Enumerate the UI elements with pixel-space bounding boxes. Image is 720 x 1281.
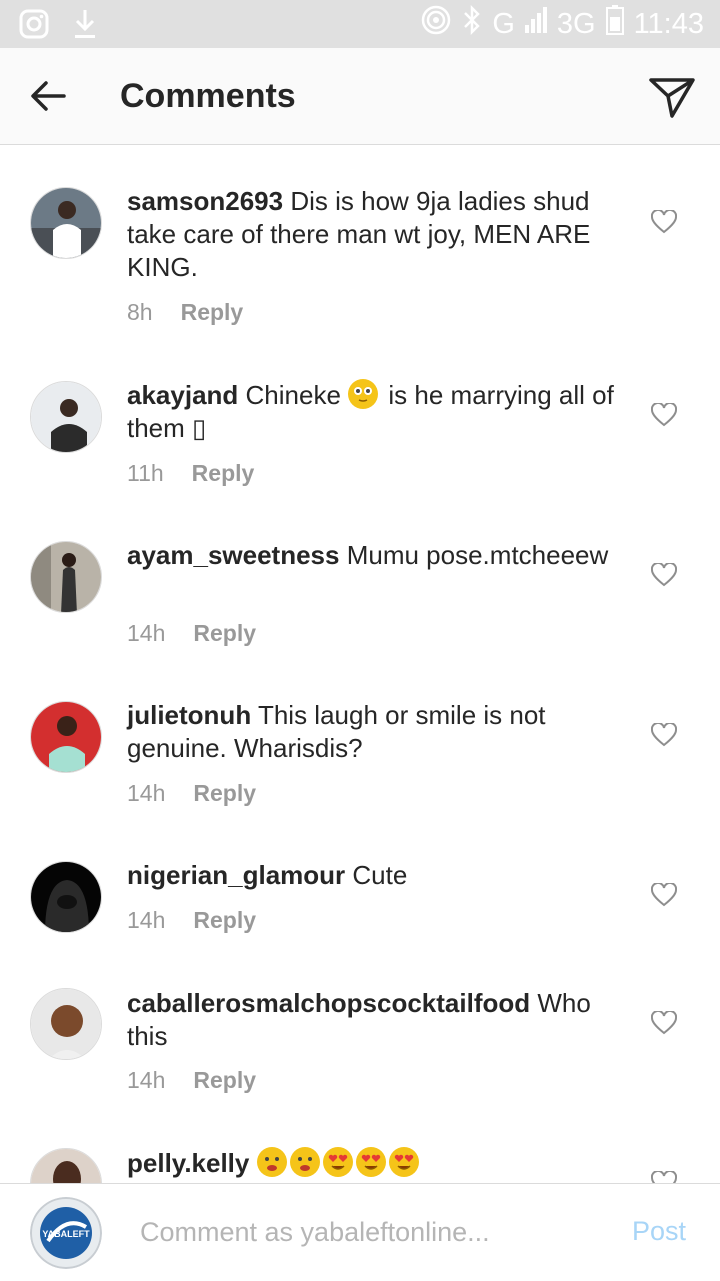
- comment-meta: 14h Reply: [127, 780, 256, 807]
- comment-text: nigerian_glamour Cute: [127, 859, 627, 892]
- drooling-emoji-icon: [256, 1147, 287, 1177]
- comment-composer: YABALEFT Post: [0, 1183, 720, 1281]
- comment-text: akayjand Chineke is he marrying all of t…: [127, 379, 627, 445]
- heart-eyes-emoji-icon: [355, 1147, 386, 1177]
- download-icon: [72, 8, 98, 45]
- page-title: Comments: [120, 77, 296, 115]
- battery-icon: [605, 5, 624, 43]
- comment-input[interactable]: [140, 1212, 600, 1252]
- post-button[interactable]: Post: [632, 1216, 686, 1247]
- comment-time: 8h: [127, 299, 153, 325]
- emoji-row: [256, 1147, 422, 1178]
- direct-send-icon[interactable]: [648, 72, 696, 120]
- comment-time: 14h: [127, 620, 166, 646]
- comment-time: 11h: [127, 460, 164, 486]
- flushed-emoji-icon: [348, 379, 379, 409]
- comment-text: caballerosmalchopscocktailfood Who this: [127, 987, 627, 1053]
- comment-meta: 14h Reply: [127, 907, 256, 934]
- signal-icon: [524, 7, 547, 41]
- comment-body: Mumu pose.mtcheeew: [346, 540, 609, 570]
- comment-text: samson2693 Dis is how 9ja ladies shud ta…: [127, 185, 627, 284]
- comment-meta: 14h Reply: [127, 1067, 256, 1094]
- avatar[interactable]: [30, 1148, 102, 1183]
- comment-username[interactable]: akayjand: [127, 380, 238, 410]
- header-bar: Comments: [0, 48, 720, 145]
- comment-meta: 11h Reply: [127, 460, 254, 487]
- comment-username[interactable]: caballerosmalchopscocktailfood: [127, 988, 530, 1018]
- heart-icon[interactable]: [650, 401, 678, 427]
- heart-icon[interactable]: [650, 1169, 678, 1183]
- comment-text: julietonuh This laugh or smile is not ge…: [127, 699, 627, 765]
- comment-username[interactable]: samson2693: [127, 186, 283, 216]
- avatar[interactable]: [30, 988, 102, 1060]
- heart-icon[interactable]: [650, 561, 678, 587]
- reply-button[interactable]: Reply: [181, 299, 244, 326]
- reply-button[interactable]: Reply: [193, 780, 256, 807]
- comment-body-start: Chineke: [245, 380, 341, 410]
- comment-username[interactable]: nigerian_glamour: [127, 860, 345, 890]
- heart-icon[interactable]: [650, 1009, 678, 1035]
- comment-username[interactable]: pelly.kelly: [127, 1148, 249, 1178]
- status-bar: G 3G 11:43: [0, 0, 720, 48]
- comment-time: 14h: [127, 780, 166, 806]
- my-avatar-text: YABALEFT: [42, 1229, 90, 1239]
- reply-button[interactable]: Reply: [193, 907, 256, 934]
- hotspot-icon: [420, 4, 452, 44]
- network-type-label: 3G: [556, 7, 596, 40]
- reply-button[interactable]: Reply: [193, 620, 256, 647]
- comment-meta: 14h Reply: [127, 620, 256, 647]
- instagram-icon: [18, 8, 50, 45]
- heart-icon[interactable]: [650, 881, 678, 907]
- heart-eyes-emoji-icon: [388, 1147, 419, 1177]
- status-time: 11:43: [633, 7, 704, 40]
- avatar[interactable]: [30, 187, 102, 259]
- heart-icon[interactable]: [650, 208, 678, 234]
- drooling-emoji-icon: [289, 1147, 320, 1177]
- comment-time: 14h: [127, 1067, 166, 1093]
- heart-eyes-emoji-icon: [322, 1147, 353, 1177]
- heart-icon[interactable]: [650, 721, 678, 747]
- reply-button[interactable]: Reply: [193, 1067, 256, 1094]
- bluetooth-icon: [462, 4, 482, 44]
- comments-list: samson2693 Dis is how 9ja ladies shud ta…: [0, 145, 720, 1183]
- my-avatar: YABALEFT: [30, 1197, 102, 1269]
- comment-text: ayam_sweetness Mumu pose.mtcheeew: [127, 539, 627, 572]
- avatar[interactable]: [30, 701, 102, 773]
- network-label: G: [492, 7, 515, 40]
- arrow-left-icon[interactable]: [28, 76, 68, 116]
- comment-meta: 8h Reply: [127, 299, 243, 326]
- comment-username[interactable]: julietonuh: [127, 700, 251, 730]
- avatar[interactable]: [30, 381, 102, 453]
- comment-username[interactable]: ayam_sweetness: [127, 540, 339, 570]
- comment-text: pelly.kelly: [127, 1147, 627, 1180]
- comment-time: 14h: [127, 907, 166, 933]
- reply-button[interactable]: Reply: [192, 460, 255, 487]
- avatar[interactable]: [30, 861, 102, 933]
- comment-body: Cute: [352, 860, 408, 890]
- avatar[interactable]: [30, 541, 102, 613]
